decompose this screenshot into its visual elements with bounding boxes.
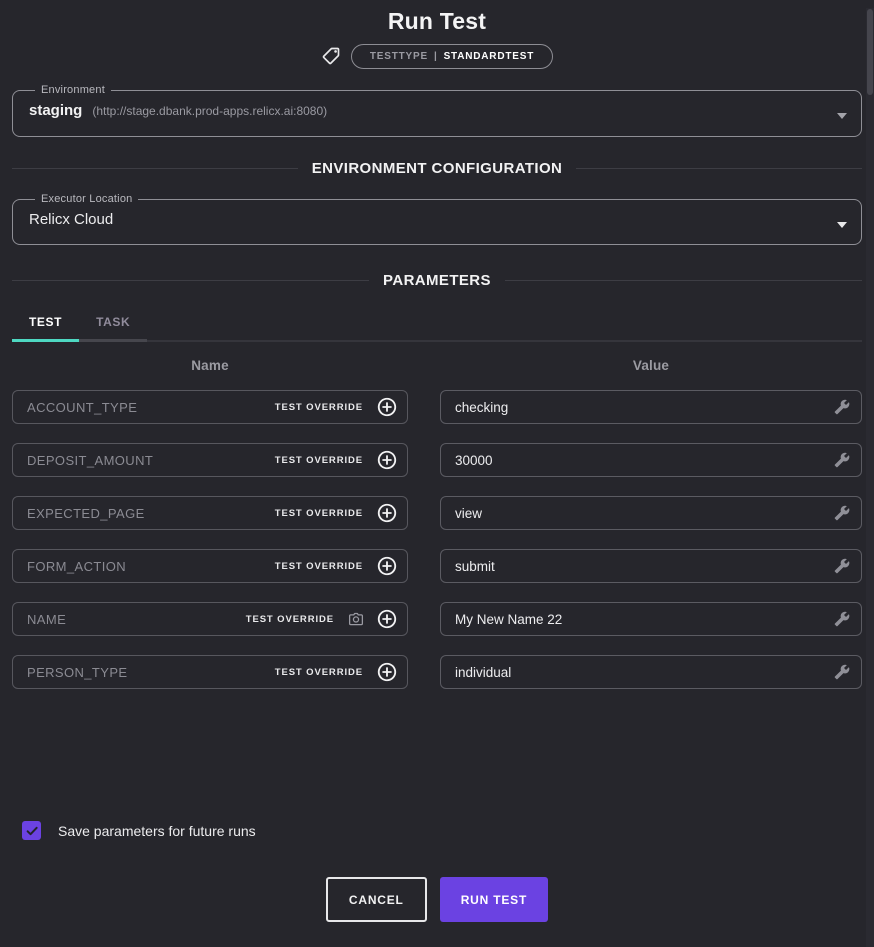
plus-circle-icon [376,502,398,524]
divider [12,280,369,281]
param-value: submit [455,559,834,574]
executor-location-label: Executor Location [35,193,138,205]
section-parameters: PARAMETERS [12,269,862,291]
param-name: PERSON_TYPE [27,665,275,680]
param-name-box: ACCOUNT_TYPE TEST OVERRIDE [12,390,408,424]
param-name: NAME [27,612,246,627]
param-name: DEPOSIT_AMOUNT [27,453,275,468]
environment-value: staging [29,102,82,119]
add-override-button[interactable] [376,502,398,524]
run-test-button[interactable]: RUN TEST [440,877,548,922]
param-value: My New Name 22 [455,612,834,627]
plus-circle-icon [376,661,398,683]
param-name-box: PERSON_TYPE TEST OVERRIDE [12,655,408,689]
param-value-input[interactable]: 30000 [440,443,862,477]
test-override-badge: TEST OVERRIDE [275,508,363,519]
param-value-input[interactable]: My New Name 22 [440,602,862,636]
test-override-badge: TEST OVERRIDE [275,402,363,413]
test-override-badge: TEST OVERRIDE [275,455,363,466]
column-header-value: Value [440,358,862,373]
plus-circle-icon [376,449,398,471]
param-value: checking [455,400,834,415]
parameter-row: FORM_ACTION TEST OVERRIDE submit [12,549,862,583]
dialog-actions: CANCEL RUN TEST [12,877,862,922]
divider [505,280,862,281]
environment-label: Environment [35,84,111,96]
test-type-badge-row: TESTTYPE | STANDARDTEST [12,42,862,70]
test-override-badge: TEST OVERRIDE [246,614,334,625]
param-name-box: EXPECTED_PAGE TEST OVERRIDE [12,496,408,530]
environment-url: (http://stage.dbank.prod-apps.relicx.ai:… [92,104,327,118]
tag-icon [321,46,341,66]
wrench-icon[interactable] [834,505,850,521]
param-name-box: DEPOSIT_AMOUNT TEST OVERRIDE [12,443,408,477]
section-environment-configuration: ENVIRONMENT CONFIGURATION [12,157,862,179]
chevron-down-icon [837,113,847,119]
save-parameters-row: Save parameters for future runs [22,821,862,840]
cancel-button[interactable]: CANCEL [326,877,427,922]
tab-task[interactable]: TASK [79,305,147,340]
tab-test[interactable]: TEST [12,305,79,340]
parameters-tabs: TEST TASK [12,305,862,342]
plus-circle-icon [376,396,398,418]
scrollbar-track [866,8,874,947]
plus-circle-icon [376,608,398,630]
add-override-button[interactable] [376,661,398,683]
param-value-input[interactable]: submit [440,549,862,583]
param-value: view [455,506,834,521]
divider [12,168,298,169]
executor-location-select[interactable]: Executor Location Relicx Cloud [12,193,862,245]
parameter-row: NAME TEST OVERRIDE My New Name 22 [12,602,862,636]
test-override-badge: TEST OVERRIDE [275,667,363,678]
test-type-badge: TESTTYPE | STANDARDTEST [351,44,553,69]
wrench-icon[interactable] [834,558,850,574]
param-value-input[interactable]: individual [440,655,862,689]
param-value-input[interactable]: view [440,496,862,530]
add-override-button[interactable] [376,396,398,418]
param-value: 30000 [455,453,834,468]
checkmark-icon [25,824,39,838]
plus-circle-icon [376,555,398,577]
wrench-icon[interactable] [834,452,850,468]
param-name-box: FORM_ACTION TEST OVERRIDE [12,549,408,583]
badge-separator: | [434,51,438,62]
scrollbar-thumb[interactable] [867,9,873,95]
save-parameters-checkbox[interactable] [22,821,41,840]
add-override-button[interactable] [376,608,398,630]
param-name-box: NAME TEST OVERRIDE [12,602,408,636]
wrench-icon[interactable] [834,664,850,680]
parameter-row: EXPECTED_PAGE TEST OVERRIDE view [12,496,862,530]
parameter-row: DEPOSIT_AMOUNT TEST OVERRIDE 30000 [12,443,862,477]
param-name: ACCOUNT_TYPE [27,400,275,415]
param-value: individual [455,665,834,680]
camera-icon[interactable] [347,610,365,628]
badge-key: TESTTYPE [370,51,428,62]
environment-select[interactable]: Environment staging (http://stage.dbank.… [12,84,862,137]
table-column-headers: Name Value [12,358,862,373]
parameter-row: PERSON_TYPE TEST OVERRIDE individual [12,655,862,689]
divider [576,168,862,169]
column-header-name: Name [12,358,408,373]
add-override-button[interactable] [376,555,398,577]
badge-value: STANDARDTEST [444,51,535,62]
param-value-input[interactable]: checking [440,390,862,424]
add-override-button[interactable] [376,449,398,471]
save-parameters-label: Save parameters for future runs [58,823,256,839]
wrench-icon[interactable] [834,399,850,415]
param-name: EXPECTED_PAGE [27,506,275,521]
test-override-badge: TEST OVERRIDE [275,561,363,572]
executor-location-value: Relicx Cloud [29,211,113,228]
chevron-down-icon [837,222,847,228]
page-title: Run Test [12,8,862,35]
wrench-icon[interactable] [834,611,850,627]
parameter-rows: ACCOUNT_TYPE TEST OVERRIDE checking DEPO… [12,390,862,689]
param-name: FORM_ACTION [27,559,275,574]
parameter-row: ACCOUNT_TYPE TEST OVERRIDE checking [12,390,862,424]
